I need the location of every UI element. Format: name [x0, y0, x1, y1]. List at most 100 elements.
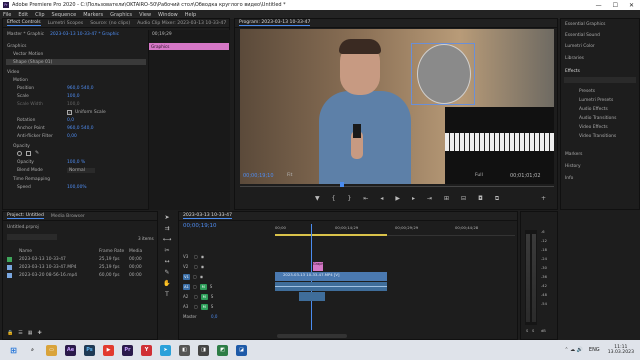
ec-vector-motion[interactable]: Vector Motion	[13, 51, 43, 57]
panel-history[interactable]: History	[565, 164, 581, 169]
ellipse-mask-icon[interactable]	[17, 150, 22, 156]
new-item-icon[interactable]: ✚	[37, 330, 41, 336]
lock-icon[interactable]: ▢	[193, 274, 197, 279]
minimize-button[interactable]: —	[596, 2, 602, 9]
search-icon[interactable]: ⌕	[27, 345, 38, 356]
tab-program[interactable]: Program: 2023-03-13 10-33-47	[239, 20, 311, 26]
program-scrub-bar[interactable]	[240, 182, 554, 187]
add-button-icon[interactable]: +	[541, 195, 546, 202]
windows-start-icon[interactable]: ⊞	[8, 345, 19, 356]
tab-effect-controls[interactable]: Effect Controls	[7, 20, 41, 26]
track-a2-header[interactable]: A2 ▢ M S	[183, 292, 217, 301]
panel-libraries[interactable]: Libraries	[565, 56, 584, 61]
file-explorer-icon[interactable]: ▭	[46, 344, 57, 356]
table-row[interactable]: 2023-03-13 10-33-47 25,19 fps 00;00	[7, 256, 142, 262]
ec-blend-select[interactable]: Normal	[67, 167, 95, 173]
tab-lumetri-scopes[interactable]: Lumetri Scopes	[48, 21, 84, 26]
track-a1-label[interactable]: A1	[183, 283, 190, 290]
ec-mini-timeline[interactable]: 00;19;29 Graphics	[148, 30, 230, 210]
menu-clip[interactable]: Clip	[35, 12, 44, 18]
graphic-clip[interactable]: Graphic	[313, 262, 323, 271]
hand-tool-icon[interactable]: ✋	[163, 280, 170, 287]
icon-view-icon[interactable]: ▦	[28, 330, 33, 336]
close-button[interactable]: ✕	[629, 2, 634, 9]
pen-mask-icon[interactable]: ✎	[35, 150, 39, 156]
system-tray-icons[interactable]: ⌃ ☁ 🔊	[564, 347, 583, 353]
ec-opacity-value[interactable]: 100,0 %	[67, 160, 85, 165]
tab-source[interactable]: Source: (no clips)	[90, 21, 130, 26]
ec-clip-label[interactable]: 2023-03-13 10-33-47 * Graphic	[50, 32, 119, 37]
ec-time-remap[interactable]: Time Remapping	[13, 176, 50, 182]
mute-button[interactable]: M	[200, 293, 208, 300]
step-forward-icon[interactable]: ▸	[412, 195, 415, 203]
ec-position-x[interactable]: 960,0	[67, 86, 81, 91]
type-tool-icon[interactable]: T	[165, 291, 169, 298]
meter-solo-left[interactable]: S	[526, 329, 528, 333]
program-playhead[interactable]	[340, 182, 344, 187]
audio-clip[interactable]	[275, 282, 387, 291]
grey-circle-shape[interactable]	[417, 44, 471, 104]
effects-audio-transitions[interactable]: Audio Transitions	[579, 116, 616, 121]
menu-markers[interactable]: Markers	[83, 12, 103, 18]
compare-icon[interactable]: ⧉	[495, 195, 499, 203]
solo-button[interactable]: S	[211, 294, 214, 299]
menu-edit[interactable]: Edit	[18, 12, 28, 18]
track-master-header[interactable]: Master 0,0	[183, 312, 217, 321]
meter-solo-right[interactable]: S	[532, 329, 534, 333]
eye-icon[interactable]: ◉	[200, 274, 204, 279]
effects-video-effects[interactable]: Video Effects	[579, 125, 608, 130]
media-icon[interactable]: ▶	[103, 344, 114, 356]
program-video-frame[interactable]	[240, 29, 554, 184]
ec-motion[interactable]: Motion	[13, 77, 28, 83]
panel-essential-sound[interactable]: Essential Sound	[565, 33, 600, 38]
ec-speed-value[interactable]: 100,00%	[67, 185, 87, 190]
mark-out-icon[interactable]: }	[347, 195, 351, 203]
ec-flicker-value[interactable]: 0,00	[67, 134, 77, 139]
mute-button[interactable]: M	[200, 303, 208, 310]
tab-audio-mixer[interactable]: Audio Clip Mixer: 2023-03-13 10-33-47	[137, 21, 226, 26]
go-to-in-icon[interactable]: ⇤	[363, 195, 368, 203]
table-row[interactable]: 2023-03-13 10-33-47.MP4 25,19 fps 00;00	[7, 264, 142, 270]
app-icon[interactable]: ◪	[236, 344, 247, 356]
panel-lumetri-color[interactable]: Lumetri Color	[565, 44, 595, 49]
table-row[interactable]: 2023-03-20 08-56-16.mp4 60,00 fps 00:00	[7, 272, 142, 278]
panel-effects-title[interactable]: Effects	[565, 69, 580, 74]
track-a1-header[interactable]: A1 ▢ M S	[183, 282, 217, 291]
menu-sequence[interactable]: Sequence	[52, 12, 77, 18]
tab-media-browser[interactable]: Media Browser	[51, 214, 85, 219]
maximize-button[interactable]: ☐	[613, 2, 618, 9]
slip-tool-icon[interactable]: ↔	[164, 258, 169, 265]
solo-button[interactable]: S	[210, 284, 213, 289]
track-a3-header[interactable]: A3 ▢ M S	[183, 302, 217, 311]
photoshop-icon[interactable]: Ps	[84, 344, 95, 356]
panel-essential-graphics[interactable]: Essential Graphics	[565, 22, 605, 27]
menu-view[interactable]: View	[139, 12, 151, 18]
ec-rotation-value[interactable]: 0,0	[67, 118, 74, 123]
play-button[interactable]: ▶	[395, 195, 400, 203]
video-clip[interactable]: 2023-03-13 10-33-47.MP4 [V]	[275, 272, 387, 281]
col-media[interactable]: Media	[129, 249, 142, 254]
master-value[interactable]: 0,0	[211, 314, 217, 319]
ec-graphics-clip[interactable]: Graphics	[149, 43, 229, 50]
timeline-zoom-scrollbar[interactable]	[277, 334, 347, 338]
project-search-input[interactable]	[7, 234, 57, 240]
track-v1-label[interactable]: V1	[183, 273, 190, 280]
mark-in-icon[interactable]: {	[332, 195, 336, 203]
eye-icon[interactable]: ◉	[201, 264, 205, 269]
ec-anchor-x[interactable]: 960,0	[67, 126, 81, 131]
col-frame-rate[interactable]: Frame Rate	[99, 249, 129, 254]
track-v1-header[interactable]: V1 ▢ ◉	[183, 272, 217, 281]
track-v3-header[interactable]: V3 ▢ ◉	[183, 252, 217, 261]
app-icon[interactable]: ◩	[217, 344, 228, 356]
mute-button[interactable]: M	[199, 283, 207, 290]
yandex-icon[interactable]: Y	[141, 344, 152, 356]
eye-icon[interactable]: ◉	[201, 254, 205, 259]
uniform-scale-checkbox[interactable]: ✓	[67, 109, 72, 115]
ec-master-label[interactable]: Master * Graphic	[7, 32, 44, 37]
go-to-out-icon[interactable]: ⇥	[427, 195, 432, 203]
list-view-icon[interactable]: ☰	[18, 330, 22, 336]
selection-tool-icon[interactable]: ➤	[164, 214, 169, 221]
pen-tool-icon[interactable]: ✎	[164, 269, 169, 276]
tab-sequence[interactable]: 2023-03-13 10-33-47	[183, 213, 233, 219]
effects-video-transitions[interactable]: Video Transitions	[579, 134, 616, 139]
